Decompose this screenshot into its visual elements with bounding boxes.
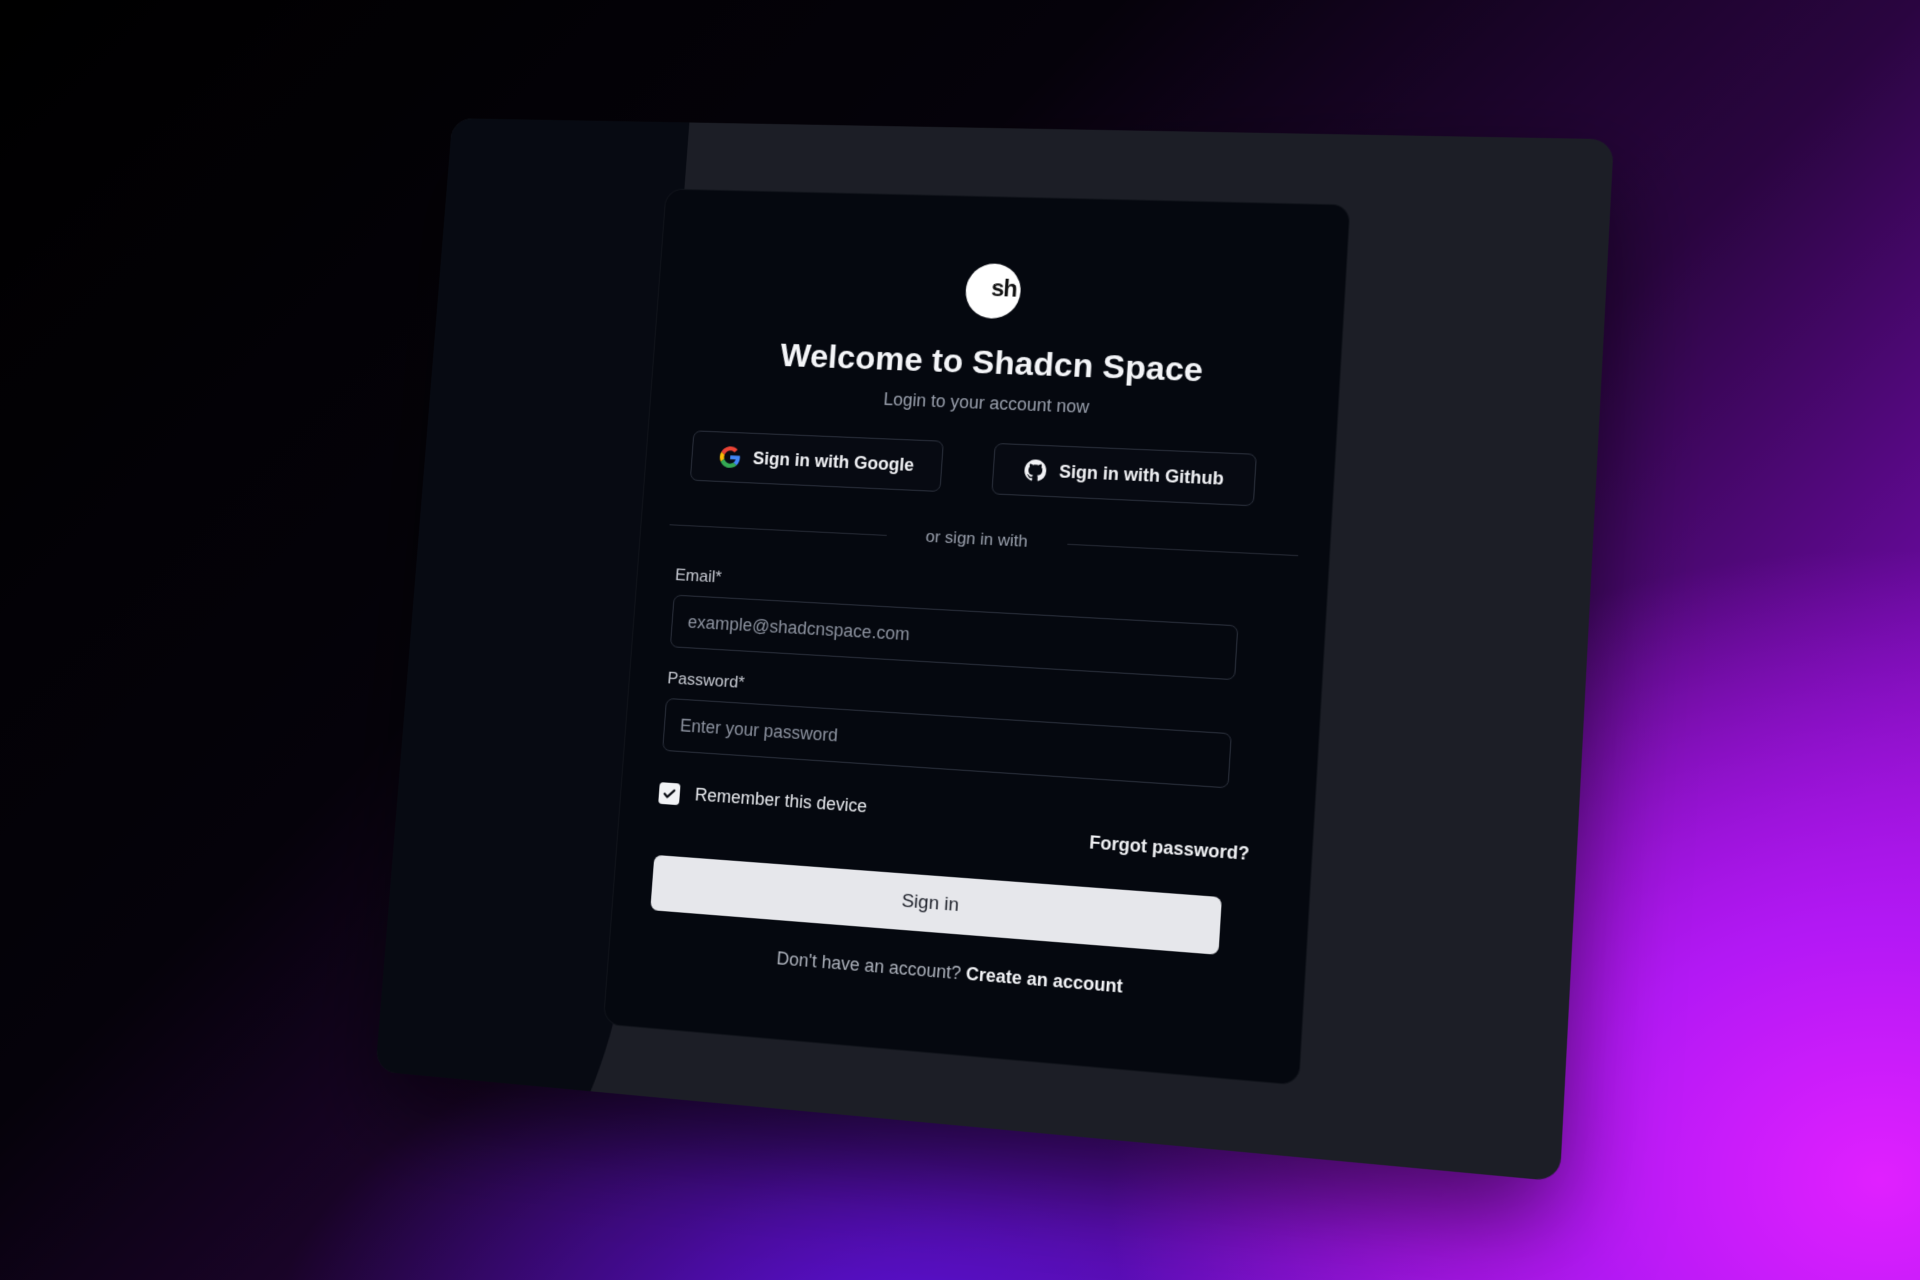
google-icon (718, 445, 742, 469)
forgot-password-link[interactable]: Forgot password? (1089, 832, 1250, 865)
login-card: sh Welcome to Shadcn Space Login to your… (602, 188, 1351, 1086)
preview-panel: sh Welcome to Shadcn Space Login to your… (375, 118, 1614, 1182)
create-account-link[interactable]: Create an account (965, 964, 1123, 997)
google-signin-label: Sign in with Google (752, 447, 915, 475)
stage: sh Welcome to Shadcn Space Login to your… (0, 0, 1920, 1280)
github-icon (1023, 458, 1048, 483)
github-signin-label: Sign in with Github (1058, 461, 1225, 489)
password-label: Password* (666, 668, 746, 692)
remember-checkbox[interactable] (658, 782, 681, 806)
email-label: Email* (674, 565, 723, 587)
password-placeholder: Enter your password (679, 715, 839, 745)
signup-prompt-text: Don't have an account? (775, 948, 962, 984)
sign-in-button[interactable]: Sign in (650, 854, 1222, 955)
brand-logo-text: sh (990, 275, 1018, 303)
google-signin-button[interactable]: Sign in with Google (689, 430, 944, 492)
password-field[interactable]: Enter your password (662, 697, 1232, 789)
check-icon (661, 785, 677, 802)
email-placeholder: example@shadcnspace.com (687, 611, 911, 644)
divider-text: or sign in with (925, 526, 1029, 551)
divider: or sign in with (669, 515, 1299, 566)
github-signin-button[interactable]: Sign in with Github (991, 442, 1257, 507)
email-field[interactable]: example@shadcnspace.com (669, 594, 1239, 681)
remember-label[interactable]: Remember this device (694, 785, 867, 818)
sign-in-label: Sign in (900, 890, 960, 917)
brand-logo: sh (963, 262, 1023, 320)
